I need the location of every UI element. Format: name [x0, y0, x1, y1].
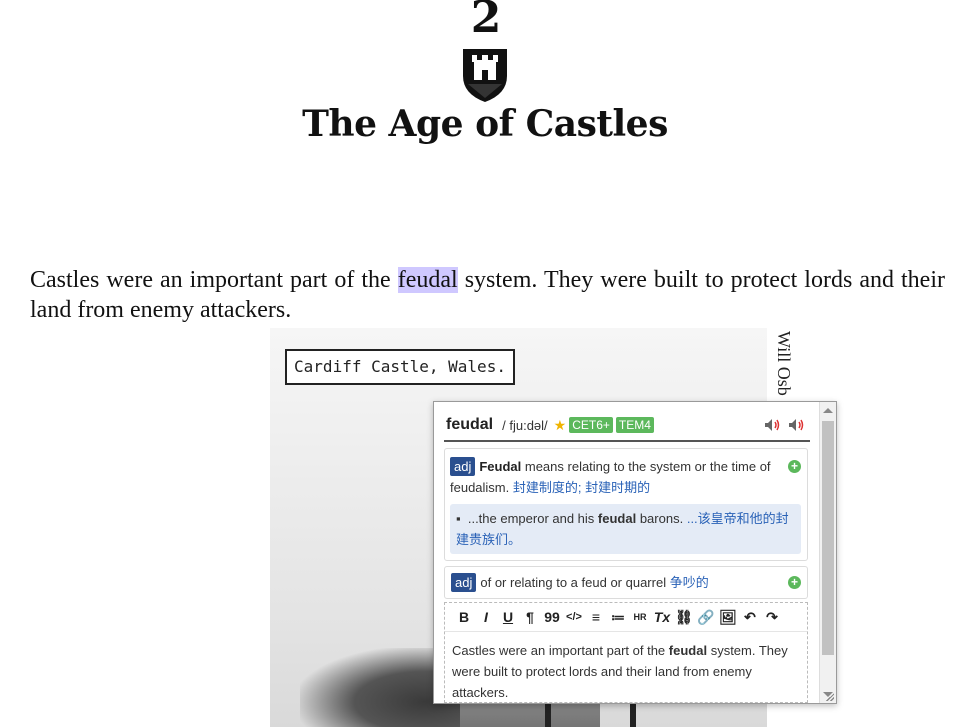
note-editor[interactable]: B I U ¶ 99 </> ≡ ≔ HR Tx ⛓ 🔗 🖼 ↶ ↷ Castl…: [444, 602, 808, 703]
code-button[interactable]: </>: [563, 611, 585, 623]
definition-chinese: 封建制度的; 封建时期的: [512, 480, 651, 495]
phonetic: / fju:dəl/: [502, 417, 548, 433]
sense-1: adj Feudal means relating to the system o…: [444, 448, 808, 561]
pronunciation-buttons: [764, 418, 806, 432]
dictionary-popup[interactable]: feudal / fju:dəl/ ★ CET6+ TEM4 adj Feudal…: [433, 401, 837, 704]
clear-format-button[interactable]: Tx: [651, 609, 673, 625]
editor-toolbar: B I U ¶ 99 </> ≡ ≔ HR Tx ⛓ 🔗 🖼 ↶ ↷: [445, 603, 807, 632]
scroll-up-icon[interactable]: [823, 408, 833, 413]
definition-chinese: 争吵的: [669, 575, 709, 590]
underline-button[interactable]: U: [497, 609, 519, 625]
add-sense-icon[interactable]: +: [788, 460, 801, 473]
example-text: ...the emperor and his: [467, 511, 598, 526]
unlink-button[interactable]: ⛓: [673, 609, 695, 626]
editor-text-bold: feudal: [668, 643, 708, 658]
level-tag: TEM4: [615, 417, 654, 433]
level-tag: CET6+: [569, 417, 613, 433]
unordered-list-button[interactable]: ≔: [607, 609, 629, 626]
headword: feudal: [446, 416, 494, 433]
paragraph-button[interactable]: ¶: [519, 609, 541, 625]
definition-text: of or relating to a feud or quarrel: [480, 575, 667, 590]
link-button[interactable]: 🔗: [695, 609, 717, 626]
photo-caption: Cardiff Castle, Wales.: [285, 349, 515, 385]
castle-crest-icon: [463, 49, 507, 102]
speaker-us-icon[interactable]: [788, 418, 806, 432]
chapter-number: 2: [470, 0, 502, 43]
star-icon: ★: [553, 416, 567, 433]
paragraph-text-before: Castles were an important part of the: [30, 267, 398, 293]
blockquote-button[interactable]: 99: [541, 609, 563, 625]
highlighted-word[interactable]: feudal: [397, 267, 458, 293]
bold-button[interactable]: B: [453, 609, 475, 625]
sense-definition: adj of or relating to a feud or quarrel 争…: [451, 572, 801, 593]
add-sense-icon[interactable]: +: [788, 576, 801, 589]
body-paragraph: Castles were an important part of the fe…: [30, 265, 945, 325]
photo-credit: Will Osb: [774, 331, 794, 396]
pos-badge: adj: [451, 573, 477, 592]
image-button[interactable]: 🖼: [717, 609, 739, 626]
pos-badge: adj: [450, 457, 476, 476]
sense-definition: adj Feudal means relating to the system o…: [450, 456, 801, 498]
bullet-icon: ▪: [456, 511, 461, 526]
example-sentence: ▪ ...the emperor and his feudal barons. …: [450, 504, 801, 554]
resize-handle-icon[interactable]: [826, 693, 834, 701]
redo-button[interactable]: ↷: [761, 609, 783, 626]
chapter-title: The Age of Castles: [302, 103, 668, 145]
undo-button[interactable]: ↶: [739, 609, 761, 626]
italic-button[interactable]: I: [475, 609, 497, 625]
popup-header: feudal / fju:dəl/ ★ CET6+ TEM4: [444, 410, 810, 442]
horizontal-rule-button[interactable]: HR: [629, 612, 651, 622]
sense-2: adj of or relating to a feud or quarrel 争…: [444, 566, 808, 599]
definition-bold: Feudal: [479, 459, 522, 474]
ordered-list-button[interactable]: ≡: [585, 609, 607, 625]
example-text-after: barons.: [636, 511, 684, 526]
editor-text-before: Castles were an important part of the: [452, 643, 669, 658]
example-bold: feudal: [597, 511, 637, 526]
popup-scrollbar[interactable]: [819, 402, 836, 703]
scroll-thumb[interactable]: [822, 421, 834, 655]
editor-content[interactable]: Castles were an important part of the fe…: [445, 632, 807, 703]
speaker-uk-icon[interactable]: [764, 418, 782, 432]
